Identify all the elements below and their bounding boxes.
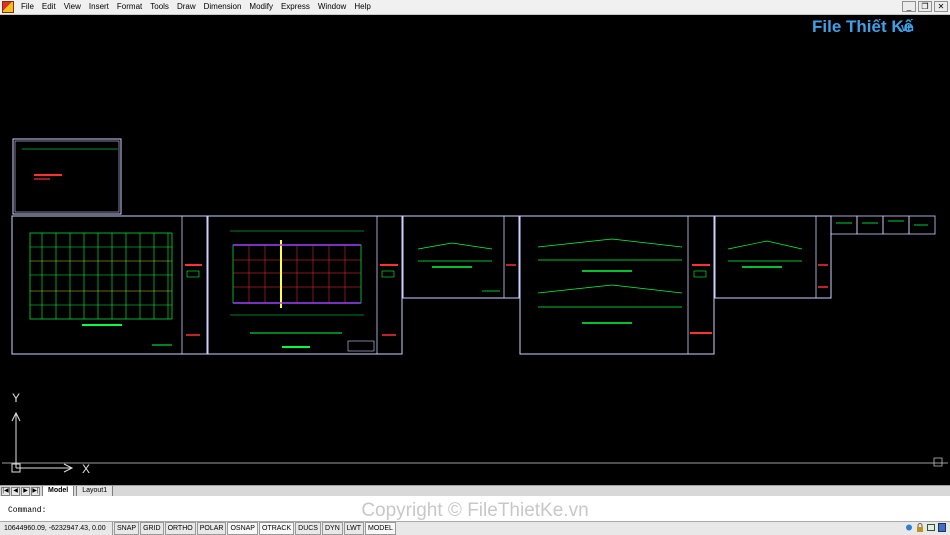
command-prompt[interactable]: Command:: [8, 506, 46, 515]
detail-sheets: [830, 215, 936, 235]
first-layout-button[interactable]: |◀: [1, 487, 10, 496]
otrack-toggle[interactable]: OTRACK: [258, 522, 295, 535]
ucs-x-label: X: [82, 462, 91, 476]
menu-modify[interactable]: Modify: [245, 0, 277, 14]
status-tray: [905, 523, 946, 532]
autocad-app-icon[interactable]: [2, 1, 14, 13]
filethietke-logo: File Thiết Kế .vn: [812, 12, 924, 46]
copyright-watermark: Copyright © FileThietKe.vn: [361, 500, 589, 521]
minimize-button[interactable]: _: [902, 1, 916, 12]
drawing-viewport[interactable]: X Y: [2, 15, 948, 485]
menu-window[interactable]: Window: [314, 0, 350, 14]
menu-help[interactable]: Help: [350, 0, 374, 14]
menu-bar: File Edit View Insert Format Tools Draw …: [0, 0, 950, 15]
menu-edit[interactable]: Edit: [38, 0, 60, 14]
menu-dimension[interactable]: Dimension: [200, 0, 246, 14]
prev-layout-button[interactable]: ◀: [11, 487, 20, 496]
lwt-toggle[interactable]: LWT: [343, 522, 365, 535]
polar-toggle[interactable]: POLAR: [196, 522, 227, 535]
ortho-toggle[interactable]: ORTHO: [164, 522, 196, 535]
drawing-sheet-2: [207, 215, 403, 355]
cad-drawing-canvas: [2, 138, 948, 473]
dyn-toggle[interactable]: DYN: [321, 522, 343, 535]
ducs-toggle[interactable]: DUCS: [295, 522, 321, 535]
menu-format[interactable]: Format: [113, 0, 146, 14]
clean-screen-icon[interactable]: [938, 523, 946, 532]
lock-icon[interactable]: [916, 523, 924, 532]
drawing-sheet-4: [519, 215, 715, 355]
drawing-sheet-3: [402, 215, 520, 299]
osnap-toggle[interactable]: OSNAP: [227, 522, 258, 535]
drawing-sheet-1: [11, 215, 208, 355]
menu-tools[interactable]: Tools: [146, 0, 173, 14]
menu-express[interactable]: Express: [277, 0, 314, 14]
menu-file[interactable]: File: [17, 0, 38, 14]
drawing-sheet-5: [714, 215, 832, 299]
grid-toggle[interactable]: GRID: [140, 522, 164, 535]
menu-insert[interactable]: Insert: [85, 0, 113, 14]
restore-button[interactable]: ❐: [918, 1, 932, 12]
menu-view[interactable]: View: [60, 0, 85, 14]
model-toggle[interactable]: MODEL: [365, 522, 396, 535]
coordinate-readout: 10644960.09, -6232947.43, 0.00: [0, 522, 113, 535]
logo-suffix-text: .vn: [898, 22, 914, 34]
menu-draw[interactable]: Draw: [173, 0, 200, 14]
snap-toggle[interactable]: SNAP: [114, 522, 140, 535]
last-layout-button[interactable]: ▶|: [31, 487, 40, 496]
ucs-y-label: Y: [12, 391, 21, 405]
window-controls: _ ❐ ✕: [902, 1, 948, 12]
next-layout-button[interactable]: ▶: [21, 487, 30, 496]
status-bar: 10644960.09, -6232947.43, 0.00 SNAP GRID…: [0, 521, 950, 535]
close-button[interactable]: ✕: [934, 1, 948, 12]
communication-center-icon[interactable]: [905, 523, 913, 532]
toolbar-icon[interactable]: [927, 523, 935, 532]
